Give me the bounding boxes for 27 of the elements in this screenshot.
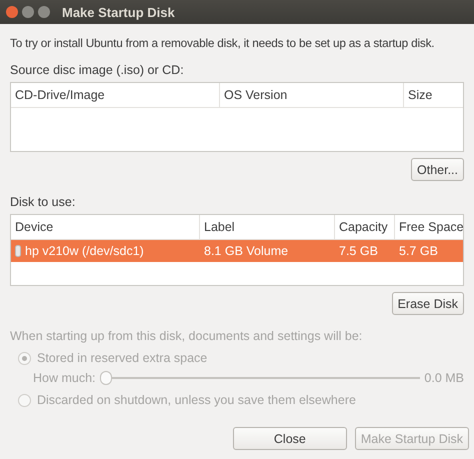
table-cell: 5.7 GB: [399, 244, 438, 258]
column-header[interactable]: CD-Drive/Image: [11, 83, 220, 107]
dialog-button[interactable]: Close: [232, 427, 347, 450]
table-cell: hp v210w (/dev/sdc1): [25, 244, 144, 258]
column-header[interactable]: OS Version: [220, 83, 404, 107]
radio-label: Stored in reserved extra space: [37, 351, 208, 365]
column-header[interactable]: Capacity: [335, 215, 395, 239]
intro-text: To try or install Ubuntu from a removable disk, it needs to be set up as a startup disk.: [10, 36, 434, 50]
column-header[interactable]: Size: [404, 83, 463, 107]
table-cell: 8.1 GB Volume: [204, 244, 288, 258]
other-button[interactable]: Other...: [411, 158, 464, 181]
radio-label: Discarded on shutdown, unless you save them elsewhere: [37, 393, 356, 407]
column-header[interactable]: Label: [200, 215, 335, 239]
section-label: Disk to use:: [10, 195, 76, 209]
maximize-icon[interactable]: [38, 6, 50, 18]
section-label: Source disc image (.iso) or CD:: [10, 63, 185, 77]
table-cell: 7.5 GB: [339, 244, 378, 258]
window-title: Make Startup Disk: [62, 4, 175, 20]
minimize-icon[interactable]: [22, 6, 34, 18]
slider-label: How much:: [33, 371, 96, 385]
erase-disk-button[interactable]: Erase Disk: [392, 292, 464, 315]
column-header[interactable]: Device: [11, 215, 200, 239]
persistence-label: When starting up from this disk, documents and settings will be:: [10, 329, 364, 343]
column-header[interactable]: Free Space: [395, 215, 468, 239]
drive-icon: [15, 245, 21, 257]
slider-value: 0.0 MB: [424, 371, 464, 385]
close-icon[interactable]: [6, 6, 18, 18]
